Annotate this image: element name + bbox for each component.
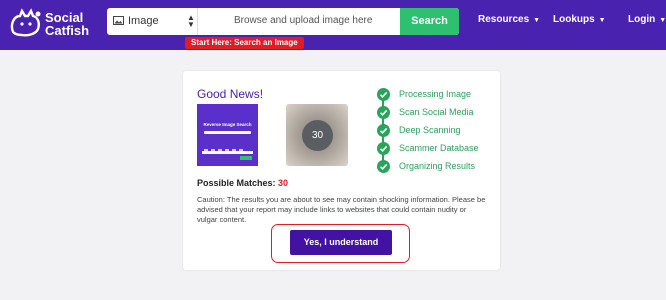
nav-resources[interactable]: Resources ▼ <box>478 14 540 25</box>
brand-name-line-2: Catfish <box>45 23 90 38</box>
search-type-select[interactable]: Image ▲ ▼ <box>107 8 198 35</box>
upload-image-field[interactable]: Browse and upload image here <box>234 15 372 26</box>
check-circle-icon <box>377 142 390 155</box>
progress-step-label: Scammer Database <box>399 143 479 153</box>
progress-step: Deep Scanning <box>377 124 497 138</box>
nav-lookups[interactable]: Lookups ▼ <box>553 14 606 25</box>
possible-matches: Possible Matches: 30 <box>197 178 288 188</box>
matches-value: 30 <box>278 178 289 188</box>
progress-step: Processing Image <box>377 88 497 102</box>
progress-step: Organizing Results <box>377 160 497 174</box>
progress-step-label: Processing Image <box>399 89 472 99</box>
search-button[interactable]: Search <box>400 8 459 35</box>
check-circle-icon <box>377 88 390 101</box>
progress-step-label: Deep Scanning <box>399 125 461 135</box>
search-thumbnail: Reverse Image Search <box>197 104 258 166</box>
caret-down-icon: ▼ <box>533 17 541 24</box>
brand-name: Social Catfish <box>45 11 115 37</box>
nav-login[interactable]: Login ▼ <box>628 14 666 25</box>
caret-down-icon: ▼ <box>598 17 606 24</box>
thumbnail-title: Reverse Image Search <box>203 122 252 127</box>
thumbnail-search-button <box>240 156 252 160</box>
start-here-badge: Start Here: Search an Image <box>185 37 304 49</box>
thumbnail-search-field <box>202 151 253 154</box>
accept-button[interactable]: Yes, I understand <box>290 230 392 255</box>
thumbnail-bar <box>204 131 251 134</box>
check-circle-icon <box>377 160 390 173</box>
caution-text: Caution: The results you are about to se… <box>197 195 486 224</box>
cat-icon <box>10 8 41 37</box>
progress-step-label: Organizing Results <box>399 161 476 171</box>
matches-label: Possible Matches: <box>197 178 276 188</box>
thumbnail-options <box>204 140 251 153</box>
social-catfish-logo[interactable]: Social Catfish <box>8 6 108 44</box>
progress-step: Scan Social Media <box>377 106 497 120</box>
blurred-count-badge: 30 <box>302 120 333 151</box>
updown-arrows-icon: ▲ ▼ <box>187 13 195 29</box>
image-icon <box>113 16 124 25</box>
nav-lookups-label: Lookups <box>553 14 595 25</box>
caret-down-icon: ▼ <box>659 17 666 24</box>
progress-step-label: Scan Social Media <box>399 107 474 117</box>
nav-login-label: Login <box>628 14 656 25</box>
search-type-label: Image <box>128 15 159 27</box>
result-heading: Good News! <box>197 87 264 101</box>
check-circle-icon <box>377 124 390 137</box>
progress-step: Scammer Database <box>377 142 497 156</box>
nav-resources-label: Resources <box>478 14 530 25</box>
check-circle-icon <box>377 106 390 119</box>
